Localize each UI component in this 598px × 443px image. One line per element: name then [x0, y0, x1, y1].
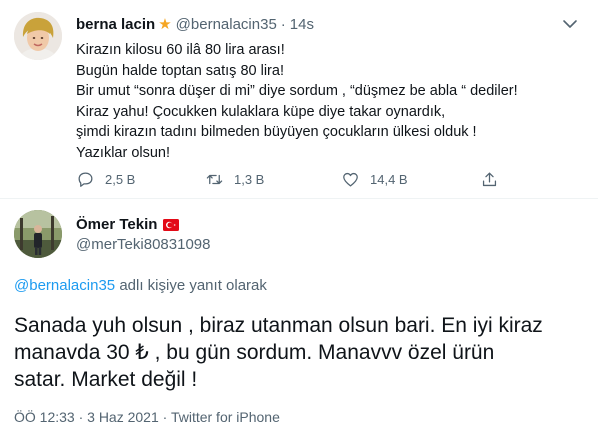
tweet-line: Kiraz yahu! Çocukken kulaklara küpe diye…	[76, 103, 446, 120]
retweet-count: 1,3 B	[234, 171, 265, 187]
reply-button[interactable]: 2,5 B	[76, 168, 135, 190]
tweet-line: manavda 30 ₺ , bu gün sordum. Manavvv öz…	[14, 341, 495, 364]
user-handle[interactable]: @bernalacin35	[176, 16, 277, 33]
retweet-icon	[206, 174, 223, 184]
tweet-line: Kirazın kilosu 60 ilâ 80 lira arası!	[76, 42, 285, 58]
retweet-button[interactable]: 1,3 B	[205, 168, 264, 190]
reply-icon	[78, 172, 93, 187]
turkey-flag-icon	[163, 218, 180, 231]
reply-count: 2,5 B	[105, 171, 136, 187]
replying-to-link[interactable]: @bernalacin35	[14, 277, 115, 294]
display-name[interactable]: berna lacin	[76, 16, 155, 33]
user-handle[interactable]: @merTeki80831098	[76, 236, 210, 253]
tweet-line: Bugün halde toptan satış 80 lira!	[76, 62, 284, 79]
tweet-time[interactable]: 14s	[290, 16, 314, 33]
tweet-text: Kirazın kilosu 60 ilâ 80 lira arası! Bug…	[76, 40, 576, 163]
avatar[interactable]	[14, 210, 62, 258]
heart-icon	[343, 172, 358, 186]
star-icon: ★	[158, 16, 172, 33]
replying-to: @bernalacin35 adlı kişiye yanıt olarak	[14, 277, 267, 294]
profile-photo-icon	[14, 12, 62, 60]
share-icon	[482, 172, 497, 186]
avatar[interactable]	[14, 12, 62, 60]
tweet-meta[interactable]: ÖÖ 12:33 · 3 Haz 2021 · Twitter for iPho…	[14, 409, 280, 425]
tweet-header: berna lacin ★ @bernalacin35 · 14s	[76, 14, 314, 34]
original-tweet[interactable]: berna lacin ★ @bernalacin35 · 14s Kirazı…	[0, 0, 598, 199]
separator: ·	[280, 15, 286, 33]
replying-to-text: adlı kişiye yanıt olarak	[119, 277, 267, 294]
profile-photo-icon	[14, 210, 62, 258]
like-button[interactable]: 14,4 B	[341, 168, 408, 190]
tweet-actions: 2,5 B 1,3 B 14,4 B	[76, 168, 516, 190]
tweet-line: satar. Market değil !	[14, 368, 198, 391]
tweet-line: Bir umut “sonra düşer di mi” diye sordum…	[76, 83, 518, 99]
display-name[interactable]: Ömer Tekin	[76, 216, 157, 233]
tweet-line: Sanada yuh olsun , biraz utanman olsun b…	[14, 314, 543, 337]
reply-tweet[interactable]: Ömer Tekin @merTeki80831098 @bernalacin3…	[0, 200, 598, 443]
reply-author: Ömer Tekin	[76, 216, 180, 233]
chevron-down-icon[interactable]	[560, 14, 580, 34]
like-count: 14,4 B	[370, 171, 408, 187]
tweet-text: Sanada yuh olsun , biraz utanman olsun b…	[14, 312, 589, 393]
share-button[interactable]	[480, 168, 509, 190]
tweet-line: Yazıklar olsun!	[76, 144, 171, 161]
tweet-line: şimdi kirazın tadını bilmeden büyüyen ço…	[76, 124, 477, 140]
